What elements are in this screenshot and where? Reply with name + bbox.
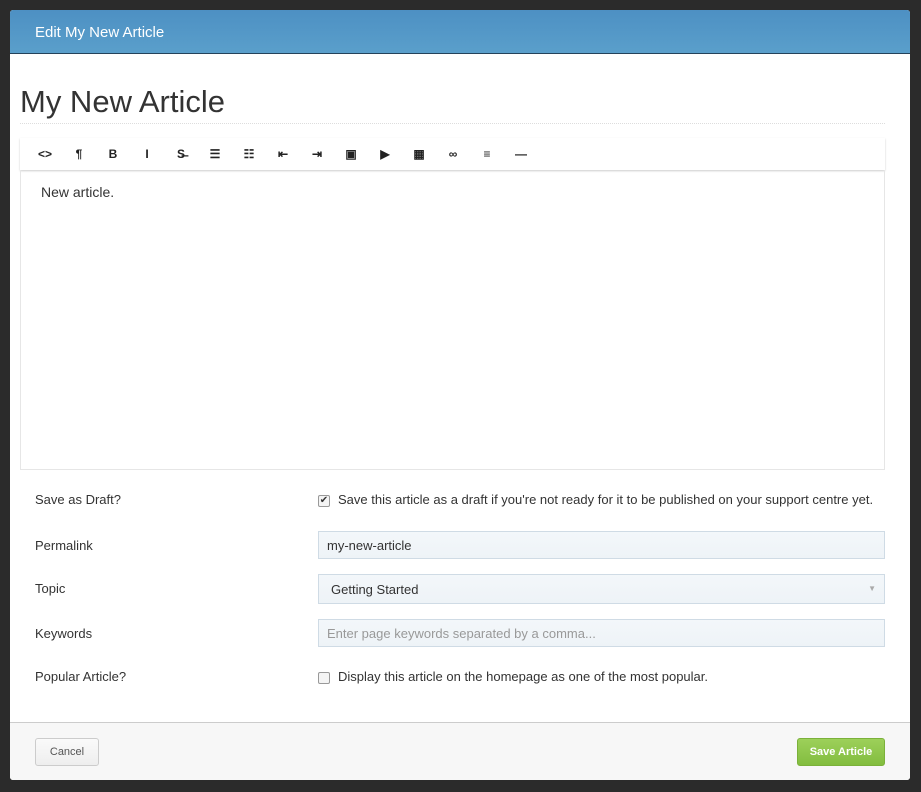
article-title[interactable]: My New Article — [20, 84, 225, 120]
strikethrough-icon[interactable]: S̶ — [164, 142, 198, 166]
topic-label: Topic — [35, 581, 66, 596]
popular-text: Display this article on the homepage as … — [338, 669, 708, 684]
edit-article-modal: Edit My New Article My New Article <> ¶ B I… — [10, 10, 910, 780]
link-icon[interactable]: ∞ — [436, 142, 470, 166]
keywords-input[interactable]: Enter page keywords separated by a comma… — [318, 619, 885, 647]
modal-title: Edit My New Article — [35, 24, 165, 41]
bold-icon[interactable]: B — [96, 142, 130, 166]
html-code-icon[interactable]: <> — [28, 142, 62, 166]
horizontal-rule-icon[interactable]: — — [504, 142, 538, 166]
video-icon[interactable]: ▶ — [368, 142, 402, 166]
draft-checkbox[interactable]: ✔ — [318, 494, 330, 507]
permalink-label: Permalink — [35, 538, 93, 553]
popular-checkbox[interactable] — [318, 671, 330, 684]
table-icon[interactable]: ▦ — [402, 142, 436, 166]
italic-icon[interactable]: I — [130, 142, 164, 166]
divider — [20, 123, 885, 124]
topic-select[interactable]: Getting Started ▼ — [318, 574, 885, 604]
modal-header: Edit My New Article — [10, 10, 910, 54]
indent-icon[interactable]: ⇥ — [300, 142, 334, 166]
unordered-list-icon[interactable]: ☰ — [198, 142, 232, 166]
cancel-button[interactable]: Cancel — [35, 738, 99, 766]
draft-text: Save this article as a draft if you're n… — [338, 492, 874, 507]
outdent-icon[interactable]: ⇤ — [266, 142, 300, 166]
draft-checkbox-wrap[interactable]: ✔ Save this article as a draft if you're … — [318, 492, 885, 507]
chevron-down-icon: ▼ — [868, 584, 876, 593]
image-icon[interactable]: ▣ — [334, 142, 368, 166]
topic-value: Getting Started — [331, 582, 419, 597]
ordered-list-icon[interactable]: ☷ — [232, 142, 266, 166]
paragraph-icon[interactable]: ¶ — [62, 142, 96, 166]
modal-footer: Cancel Save Article — [10, 722, 910, 780]
popular-label: Popular Article? — [35, 669, 127, 684]
editor-toolbar: <> ¶ B I S̶ ☰ ☷ ⇤ ⇥ ▣ ▶ ▦ ∞ ≡ — — [20, 138, 885, 170]
keywords-label: Keywords — [35, 626, 93, 641]
draft-label: Save as Draft? — [35, 492, 121, 507]
article-body[interactable]: New article. — [41, 184, 114, 200]
permalink-input[interactable]: my-new-article — [318, 531, 885, 559]
align-left-icon[interactable]: ≡ — [470, 142, 504, 166]
article-editor[interactable]: New article. — [20, 170, 885, 470]
save-article-button[interactable]: Save Article — [797, 738, 885, 766]
popular-checkbox-wrap[interactable]: Display this article on the homepage as … — [318, 669, 885, 684]
